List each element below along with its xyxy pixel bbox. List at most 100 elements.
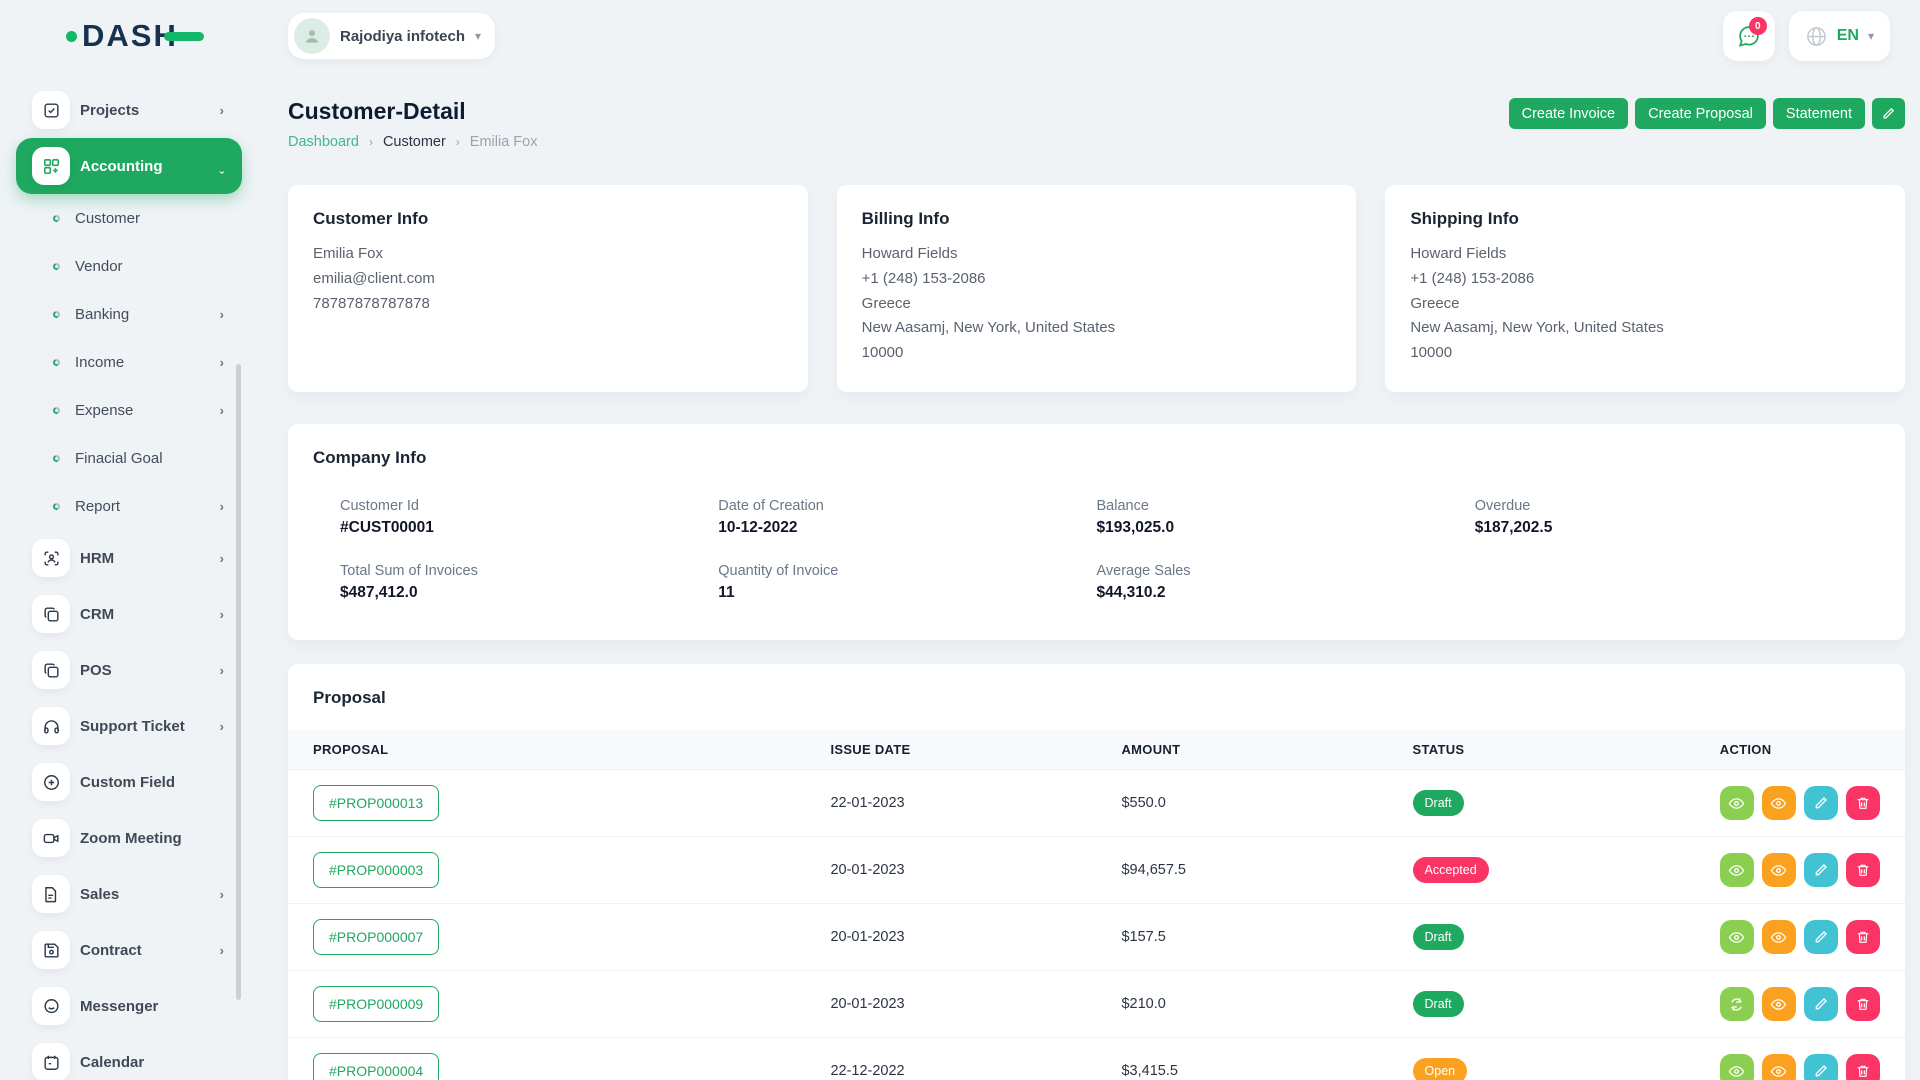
language-selector[interactable]: EN ▾: [1789, 11, 1890, 61]
sidebar-item-income[interactable]: Income ›: [16, 338, 242, 386]
breadcrumb-customer[interactable]: Customer: [383, 134, 446, 150]
sidebar-item-projects[interactable]: Projects ›: [16, 82, 242, 138]
sidebar-item-report[interactable]: Report ›: [16, 482, 242, 530]
statement-button[interactable]: Statement: [1773, 98, 1865, 129]
delete-button[interactable]: [1846, 786, 1880, 820]
company-field-overdue: Overdue $187,202.5: [1475, 498, 1853, 537]
sidebar-item-hrm[interactable]: HRM ›: [16, 530, 242, 586]
company-field-total-invoices: Total Sum of Invoices $487,412.0: [340, 563, 718, 602]
sidebar-item-calendar[interactable]: Calendar: [16, 1034, 242, 1080]
shipping-name: Howard Fields: [1410, 243, 1880, 265]
delete-button[interactable]: [1846, 853, 1880, 887]
create-invoice-button[interactable]: Create Invoice: [1509, 98, 1629, 129]
col-status: STATUS: [1388, 730, 1695, 770]
table-header-row: PROPOSAL ISSUE DATE AMOUNT STATUS ACTION: [288, 730, 1905, 770]
trash-icon: [1855, 862, 1871, 878]
proposal-link[interactable]: #PROP000004: [313, 1053, 439, 1080]
view-button[interactable]: [1720, 920, 1754, 954]
pencil-icon: [1813, 1063, 1829, 1079]
chevron-right-icon: ›: [220, 663, 224, 678]
brand-logo[interactable]: DASH: [66, 18, 204, 54]
workspace-name: Rajodiya infotech: [340, 28, 465, 45]
edit-button[interactable]: [1804, 920, 1838, 954]
eye-icon: [1728, 1063, 1745, 1080]
sidebar: Projects › Accounting ˬ Customer Vendor …: [0, 72, 260, 1080]
col-issue-date: ISSUE DATE: [805, 730, 1096, 770]
dot-icon: [52, 454, 61, 463]
edit-button[interactable]: [1804, 1054, 1838, 1080]
delete-button[interactable]: [1846, 1054, 1880, 1080]
sidebar-item-vendor[interactable]: Vendor: [16, 242, 242, 290]
create-proposal-button[interactable]: Create Proposal: [1635, 98, 1766, 129]
edit-customer-button[interactable]: [1872, 98, 1905, 129]
proposal-link[interactable]: #PROP000003: [313, 852, 439, 888]
sidebar-item-sales[interactable]: Sales ›: [16, 866, 242, 922]
preview-button[interactable]: [1762, 786, 1796, 820]
proposal-link[interactable]: #PROP000009: [313, 986, 439, 1022]
sidebar-item-contract[interactable]: Contract ›: [16, 922, 242, 978]
view-button[interactable]: [1720, 1054, 1754, 1080]
company-field-average-sales: Average Sales $44,310.2: [1097, 563, 1475, 602]
edit-button[interactable]: [1804, 786, 1838, 820]
messages-count-badge: 0: [1749, 17, 1767, 35]
pencil-icon: [1813, 996, 1829, 1012]
sidebar-item-pos[interactable]: POS ›: [16, 642, 242, 698]
dot-icon: [52, 214, 61, 223]
company-info-title: Company Info: [313, 448, 1880, 468]
sidebar-item-accounting[interactable]: Accounting ˬ: [16, 138, 242, 194]
messages-button[interactable]: 0: [1723, 11, 1775, 61]
file-icon: [32, 875, 70, 913]
proposal-link[interactable]: #PROP000013: [313, 785, 439, 821]
table-row: #PROP000007 20-01-2023 $157.5 Draft: [288, 904, 1905, 971]
table-row: #PROP000003 20-01-2023 $94,657.5 Accepte…: [288, 837, 1905, 904]
sidebar-item-finacial-goal[interactable]: Finacial Goal: [16, 434, 242, 482]
chevron-down-icon: ▾: [475, 29, 481, 43]
preview-button[interactable]: [1762, 1054, 1796, 1080]
col-amount: AMOUNT: [1096, 730, 1387, 770]
user-scan-icon: [32, 539, 70, 577]
delete-button[interactable]: [1846, 987, 1880, 1021]
preview-button[interactable]: [1762, 987, 1796, 1021]
view-button[interactable]: [1720, 786, 1754, 820]
sidebar-item-messenger[interactable]: Messenger: [16, 978, 242, 1034]
sidebar-item-custom-field[interactable]: Custom Field: [16, 754, 242, 810]
proposal-link[interactable]: #PROP000007: [313, 919, 439, 955]
page-title: Customer-Detail: [288, 98, 537, 125]
company-field-customer-id: Customer Id #CUST00001: [340, 498, 718, 537]
sidebar-item-customer[interactable]: Customer: [16, 194, 242, 242]
sidebar-item-crm[interactable]: CRM ›: [16, 586, 242, 642]
edit-button[interactable]: [1804, 853, 1838, 887]
billing-name: Howard Fields: [862, 243, 1332, 265]
preview-button[interactable]: [1762, 920, 1796, 954]
sidebar-item-support-ticket[interactable]: Support Ticket ›: [16, 698, 242, 754]
proposal-card: Proposal PROPOSAL ISSUE DATE AMOUNT STAT…: [288, 664, 1905, 1080]
breadcrumb-dashboard[interactable]: Dashboard: [288, 134, 359, 150]
eye-icon: [1728, 795, 1745, 812]
convert-button[interactable]: [1720, 987, 1754, 1021]
delete-button[interactable]: [1846, 920, 1880, 954]
pencil-icon: [1813, 795, 1829, 811]
eye-icon: [1770, 862, 1787, 879]
pencil-icon: [1813, 862, 1829, 878]
amount: $550.0: [1096, 770, 1387, 837]
workspace-dropdown[interactable]: Rajodiya infotech ▾: [288, 13, 495, 59]
edit-button[interactable]: [1804, 987, 1838, 1021]
sidebar-item-expense[interactable]: Expense ›: [16, 386, 242, 434]
globe-icon: [1805, 25, 1828, 48]
user-icon: [302, 26, 322, 46]
language-label: EN: [1837, 27, 1859, 45]
sidebar-scrollbar[interactable]: [236, 364, 241, 1000]
sidebar-item-zoom-meeting[interactable]: Zoom Meeting: [16, 810, 242, 866]
table-row: #PROP000004 22-12-2022 $3,415.5 Open: [288, 1038, 1905, 1080]
view-button[interactable]: [1720, 853, 1754, 887]
preview-button[interactable]: [1762, 853, 1796, 887]
shipping-country: Greece: [1410, 293, 1880, 315]
copy-icon: [32, 651, 70, 689]
chevron-right-icon: ›: [220, 499, 224, 514]
table-row: #PROP000013 22-01-2023 $550.0 Draft: [288, 770, 1905, 837]
issue-date: 20-01-2023: [805, 971, 1096, 1038]
sidebar-item-banking[interactable]: Banking ›: [16, 290, 242, 338]
chevron-right-icon: ›: [456, 135, 460, 149]
shipping-info-card: Shipping Info Howard Fields +1 (248) 153…: [1385, 185, 1905, 392]
eye-icon: [1770, 1063, 1787, 1080]
